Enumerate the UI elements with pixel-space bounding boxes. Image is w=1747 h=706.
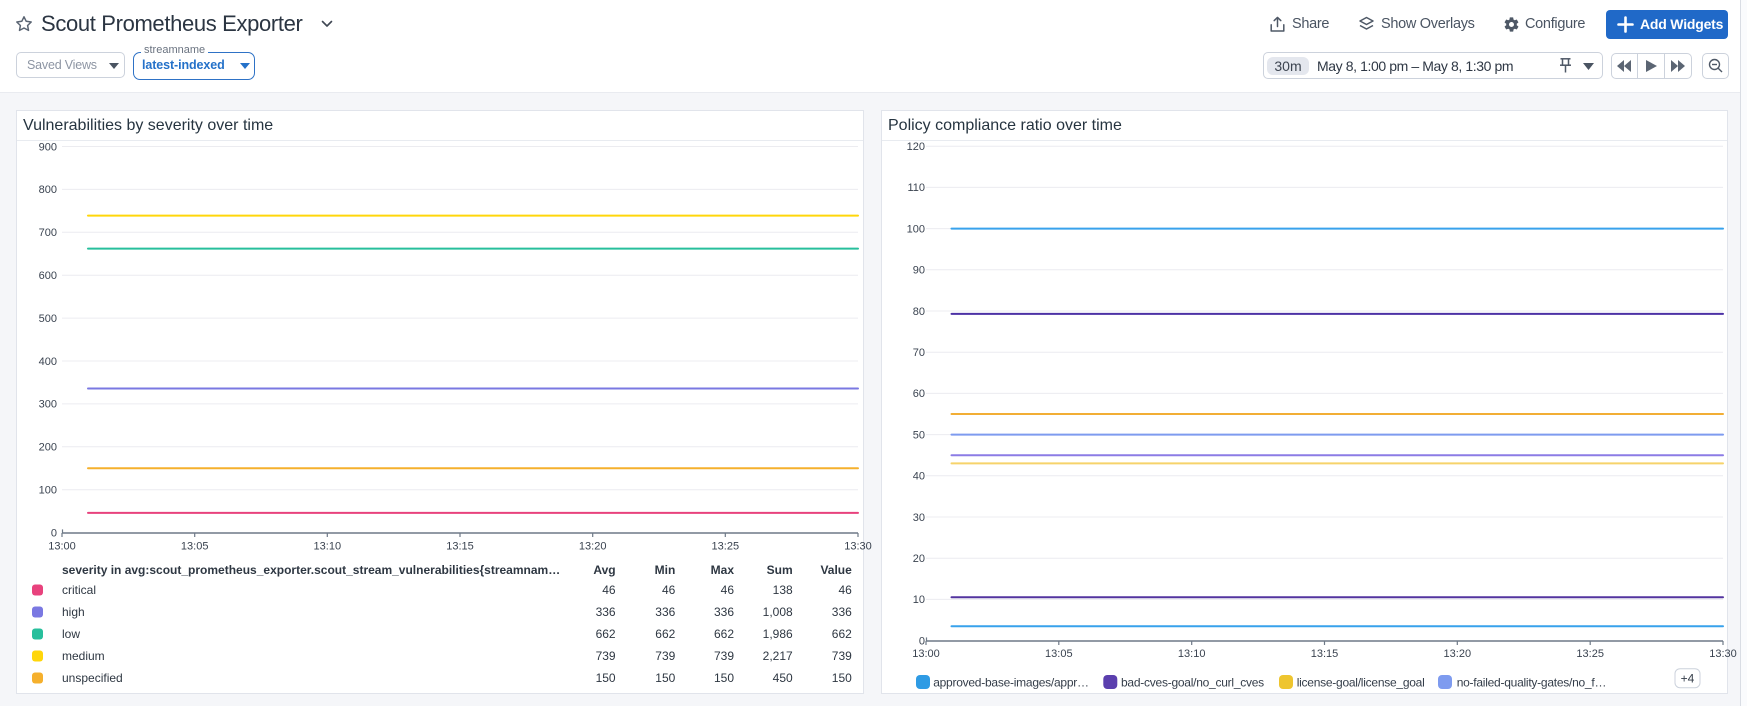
svg-text:30: 30 <box>913 512 925 524</box>
svg-text:450: 450 <box>773 671 793 685</box>
svg-text:336: 336 <box>596 605 616 619</box>
svg-text:Max: Max <box>711 563 735 577</box>
svg-text:2,217: 2,217 <box>763 649 793 663</box>
svg-text:400: 400 <box>39 356 57 368</box>
svg-text:high: high <box>62 605 85 619</box>
svg-text:Sum: Sum <box>767 563 793 577</box>
svg-text:bad-cves-goal/no_curl_cves: bad-cves-goal/no_curl_cves <box>1121 676 1264 690</box>
svg-text:700: 700 <box>39 227 57 239</box>
svg-text:0: 0 <box>919 635 925 647</box>
svg-text:license-goal/license_goal: license-goal/license_goal <box>1297 676 1425 690</box>
svg-text:20: 20 <box>913 553 925 565</box>
svg-text:+4: +4 <box>1681 672 1695 686</box>
svg-text:120: 120 <box>907 141 925 153</box>
svg-text:662: 662 <box>714 627 734 641</box>
svg-text:50: 50 <box>913 429 925 441</box>
svg-text:336: 336 <box>832 605 852 619</box>
svg-text:150: 150 <box>714 671 734 685</box>
svg-text:1,986: 1,986 <box>763 627 793 641</box>
svg-text:70: 70 <box>913 347 925 359</box>
svg-text:90: 90 <box>913 265 925 277</box>
svg-text:46: 46 <box>662 583 676 597</box>
svg-text:Value: Value <box>820 563 852 577</box>
svg-text:medium: medium <box>62 649 105 663</box>
svg-text:13:25: 13:25 <box>1576 648 1604 660</box>
svg-text:40: 40 <box>913 471 925 483</box>
svg-text:critical: critical <box>62 583 96 597</box>
svg-text:unspecified: unspecified <box>62 671 123 685</box>
svg-text:150: 150 <box>655 671 675 685</box>
svg-text:336: 336 <box>714 605 734 619</box>
svg-text:46: 46 <box>838 583 852 597</box>
svg-text:662: 662 <box>655 627 675 641</box>
svg-text:13:20: 13:20 <box>579 541 607 553</box>
svg-text:100: 100 <box>39 485 57 497</box>
svg-text:200: 200 <box>39 442 57 454</box>
svg-text:60: 60 <box>913 388 925 400</box>
svg-text:13:15: 13:15 <box>446 541 474 553</box>
svg-text:739: 739 <box>714 649 734 663</box>
svg-text:150: 150 <box>832 671 852 685</box>
svg-text:110: 110 <box>907 182 925 194</box>
svg-text:1,008: 1,008 <box>763 605 793 619</box>
svg-text:10: 10 <box>913 594 925 606</box>
svg-text:Min: Min <box>655 563 676 577</box>
svg-text:150: 150 <box>596 671 616 685</box>
svg-text:739: 739 <box>832 649 852 663</box>
svg-text:739: 739 <box>596 649 616 663</box>
svg-text:739: 739 <box>655 649 675 663</box>
svg-text:approved-base-images/appr…: approved-base-images/appr… <box>933 676 1089 690</box>
svg-text:13:20: 13:20 <box>1444 648 1472 660</box>
svg-text:800: 800 <box>39 184 57 196</box>
svg-text:severity in avg:scout_promethe: severity in avg:scout_prometheus_exporte… <box>62 563 560 577</box>
svg-text:900: 900 <box>39 141 57 153</box>
svg-text:13:00: 13:00 <box>48 541 76 553</box>
svg-text:500: 500 <box>39 313 57 325</box>
svg-text:low: low <box>62 627 80 641</box>
svg-text:13:25: 13:25 <box>712 541 740 553</box>
svg-text:13:05: 13:05 <box>1045 648 1073 660</box>
svg-text:600: 600 <box>39 270 57 282</box>
svg-text:13:05: 13:05 <box>181 541 209 553</box>
svg-text:13:10: 13:10 <box>1178 648 1206 660</box>
svg-text:0: 0 <box>51 527 57 539</box>
svg-text:13:30: 13:30 <box>844 541 872 553</box>
svg-text:46: 46 <box>721 583 735 597</box>
svg-text:46: 46 <box>602 583 616 597</box>
svg-text:662: 662 <box>596 627 616 641</box>
svg-text:13:00: 13:00 <box>912 648 940 660</box>
svg-text:138: 138 <box>773 583 793 597</box>
svg-text:no-failed-quality-gates/no_f…: no-failed-quality-gates/no_f… <box>1457 676 1607 690</box>
svg-text:336: 336 <box>655 605 675 619</box>
svg-text:13:15: 13:15 <box>1311 648 1339 660</box>
svg-text:13:30: 13:30 <box>1709 648 1737 660</box>
svg-text:300: 300 <box>39 399 57 411</box>
svg-text:100: 100 <box>907 223 925 235</box>
svg-text:13:10: 13:10 <box>314 541 342 553</box>
svg-text:662: 662 <box>832 627 852 641</box>
svg-text:80: 80 <box>913 306 925 318</box>
svg-text:Avg: Avg <box>593 563 615 577</box>
